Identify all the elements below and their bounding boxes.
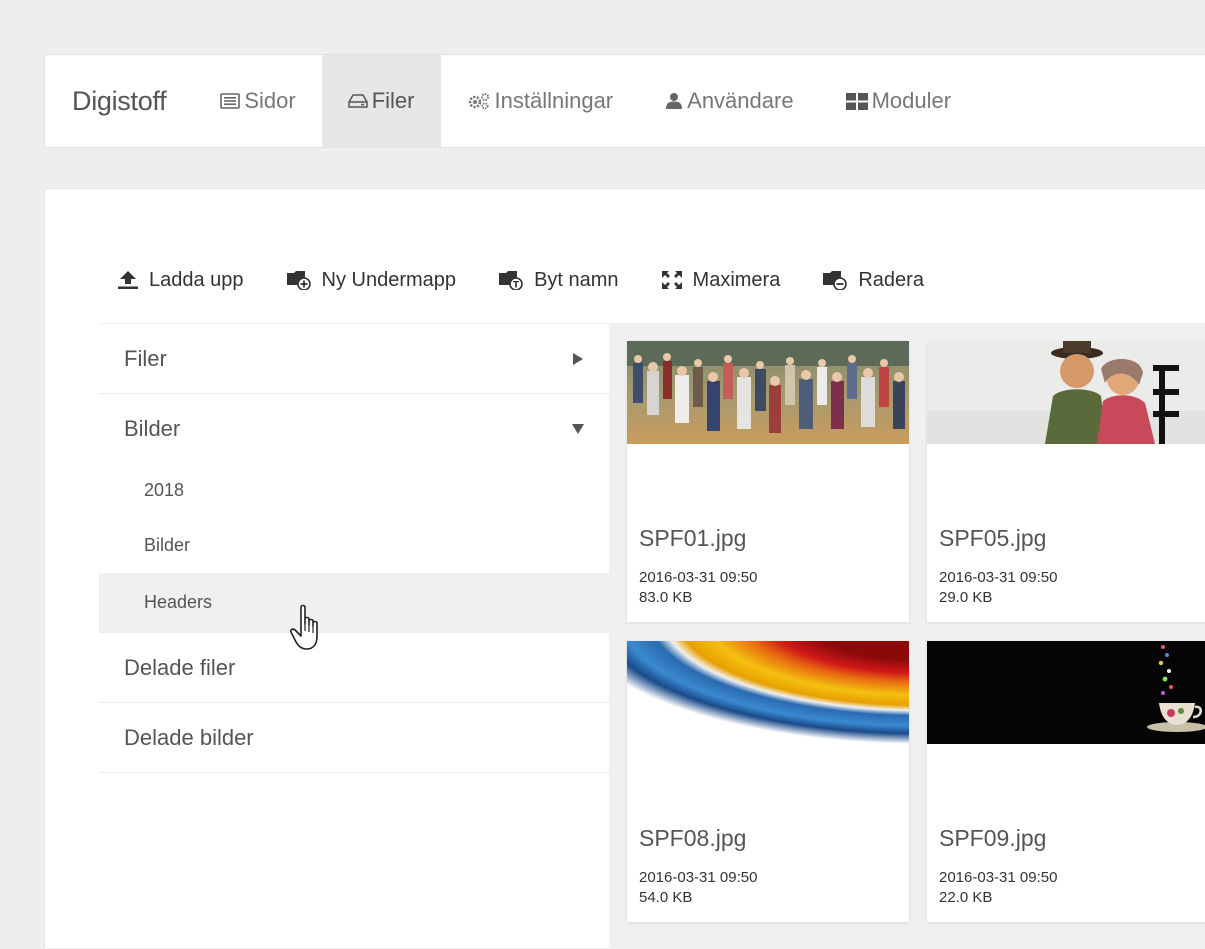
file-size: 29.0 KB [939, 589, 993, 606]
file-size: 83.0 KB [639, 589, 693, 606]
nav-item-filer[interactable]: Filer [321, 55, 441, 147]
tree-item-label: Delade bilder [124, 724, 254, 750]
nav-item-moduler[interactable]: Moduler [820, 55, 977, 147]
subfolder-item-bilder[interactable]: Bilder [99, 517, 609, 573]
file-name: SPF08.jpg [639, 825, 747, 851]
file-thumbnail [927, 341, 1205, 444]
subfolder-label: Headers [144, 592, 213, 612]
upload-label: Ladda upp [149, 268, 244, 291]
file-card[interactable]: SPF05.jpg 2016-03-31 09:50 29.0 KB [927, 341, 1205, 622]
file-date: 2016-03-31 09:50 [939, 869, 1058, 886]
file-name: SPF09.jpg [939, 825, 1047, 851]
file-date: 2016-03-31 09:50 [639, 869, 758, 886]
caret-right-icon[interactable] [569, 352, 587, 366]
nav-item-anvandare[interactable]: Användare [639, 55, 819, 147]
tree-item-filer[interactable]: Filer [99, 324, 609, 394]
subfolder-label: 2018 [144, 480, 185, 500]
folder-plus-icon [286, 270, 312, 290]
new-folder-label: Ny Undermapp [321, 268, 457, 291]
rename-button[interactable]: T Byt namn [498, 268, 619, 292]
tree-item-label: Filer [124, 345, 167, 371]
top-navbar: Digistoff Sidor Filer Inställningar Anvä… [44, 54, 1205, 148]
caret-down-icon[interactable] [569, 423, 587, 435]
list-icon [220, 93, 241, 109]
tree-item-delade-bilder[interactable]: Delade bilder [99, 703, 609, 773]
bilder-subfolders: 2018 Bilder Headers [99, 464, 609, 633]
file-card[interactable]: SPF08.jpg 2016-03-31 09:50 54.0 KB [627, 641, 909, 922]
file-thumbnail [627, 641, 909, 744]
file-size: 54.0 KB [639, 889, 693, 906]
file-size: 22.0 KB [939, 889, 993, 906]
subfolder-item-headers[interactable]: Headers [99, 573, 609, 632]
tree-item-label: Bilder [124, 416, 181, 441]
file-manager-panel: Ladda upp Ny Undermapp T Byt namn Maxime… [44, 188, 1205, 949]
cogs-icon [467, 92, 491, 110]
nav-item-sidor[interactable]: Sidor [194, 55, 321, 147]
file-toolbar: Ladda upp Ny Undermapp T Byt namn Maxime… [117, 263, 966, 297]
folder-tree: Filer Bilder 2018 Bilder Headers Delade … [99, 323, 609, 773]
nav-item-label: Inställningar [494, 88, 614, 113]
subfolder-label: Bilder [144, 534, 191, 555]
tree-item-bilder[interactable]: Bilder [99, 394, 609, 464]
file-thumbnail [927, 641, 1205, 744]
file-name: SPF01.jpg [639, 525, 747, 551]
hdd-icon [347, 93, 368, 109]
upload-button[interactable]: Ladda upp [117, 269, 244, 292]
new-folder-button[interactable]: Ny Undermapp [286, 268, 457, 292]
user-icon [665, 92, 683, 110]
maximize-button[interactable]: Maximera [661, 268, 781, 292]
nav-item-label: Användare [687, 88, 794, 113]
file-name: SPF05.jpg [939, 525, 1047, 551]
file-card[interactable]: SPF01.jpg 2016-03-31 09:50 83.0 KB [627, 341, 909, 622]
maximize-label: Maximera [692, 268, 781, 291]
brand-logo[interactable]: Digistoff [45, 55, 194, 147]
file-thumbnail [627, 341, 909, 444]
nav-item-label: Filer [371, 88, 415, 113]
file-date: 2016-03-31 09:50 [639, 569, 758, 586]
delete-label: Radera [858, 268, 924, 291]
file-date: 2016-03-31 09:50 [939, 569, 1058, 586]
tree-item-label: Delade filer [124, 654, 236, 680]
nav-item-label: Sidor [244, 88, 296, 113]
svg-text:T: T [513, 281, 520, 291]
expand-icon [661, 270, 683, 290]
rename-label: Byt namn [534, 268, 619, 291]
file-card[interactable]: SPF09.jpg 2016-03-31 09:50 22.0 KB [927, 641, 1205, 922]
tree-item-delade-filer[interactable]: Delade filer [99, 633, 609, 703]
subfolder-item-2018[interactable]: 2018 [99, 464, 609, 517]
delete-button[interactable]: Radera [822, 269, 924, 292]
folder-minus-icon [822, 270, 848, 290]
nav-item-label: Moduler [871, 88, 952, 113]
folder-rename-icon: T [498, 270, 524, 290]
upload-icon [117, 270, 139, 290]
nav-item-installningar[interactable]: Inställningar [441, 55, 640, 147]
files-grid: SPF01.jpg 2016-03-31 09:50 83.0 KB SPF05… [609, 323, 1205, 949]
grid-icon [845, 92, 868, 110]
